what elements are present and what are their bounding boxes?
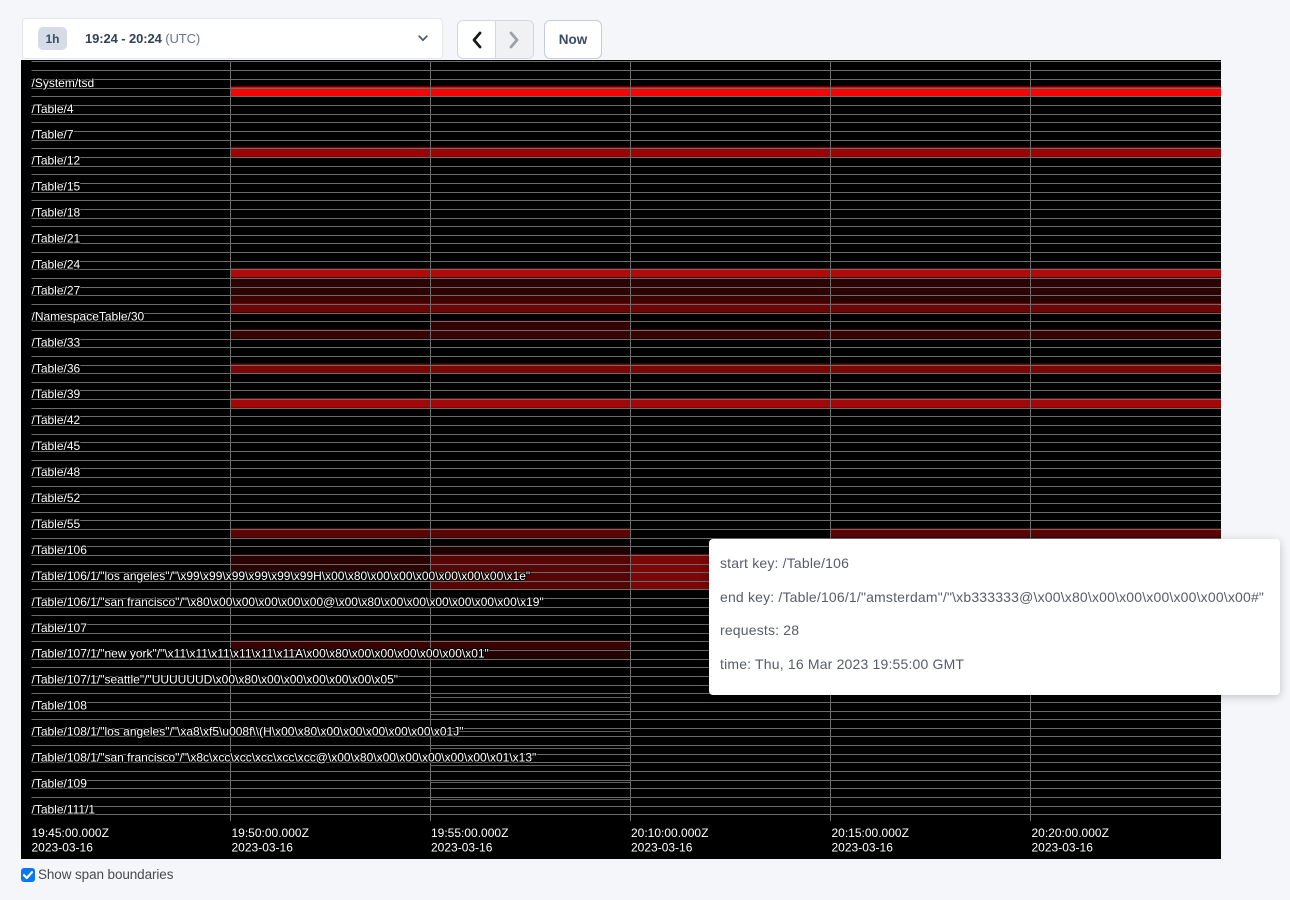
svg-text:/Table/48: /Table/48: [32, 465, 81, 479]
svg-text:/Table/52: /Table/52: [32, 491, 81, 505]
svg-text:2023-03-16: 2023-03-16: [1032, 841, 1094, 855]
svg-text:/Table/33: /Table/33: [32, 335, 81, 349]
svg-text:/Table/108/1/"los angeles"/"\x: /Table/108/1/"los angeles"/"\xa8\xf5\u00…: [32, 725, 464, 739]
svg-text:/Table/109: /Table/109: [32, 776, 88, 790]
svg-text:/Table/106/1/"san francisco"/": /Table/106/1/"san francisco"/"\x80\x00\x…: [32, 595, 544, 609]
svg-text:/Table/107/1/"seattle"/"UUUUUU: /Table/107/1/"seattle"/"UUUUUUD\x00\x80\…: [32, 673, 399, 687]
svg-text:20:20:00.000Z: 20:20:00.000Z: [1032, 826, 1109, 840]
svg-text:/Table/12: /Table/12: [32, 154, 81, 168]
svg-text:/Table/24: /Table/24: [32, 257, 81, 271]
svg-text:2023-03-16: 2023-03-16: [631, 841, 693, 855]
svg-text:19:50:00.000Z: 19:50:00.000Z: [232, 826, 309, 840]
svg-text:/NamespaceTable/30: /NamespaceTable/30: [32, 309, 145, 323]
svg-text:/Table/45: /Table/45: [32, 439, 81, 453]
svg-text:/Table/21: /Table/21: [32, 232, 81, 246]
svg-text:/Table/15: /Table/15: [32, 180, 81, 194]
svg-text:2023-03-16: 2023-03-16: [32, 841, 94, 855]
svg-text:/Table/108/1/"san francisco"/": /Table/108/1/"san francisco"/"\x8c\xcc\x…: [32, 751, 537, 765]
svg-text:/Table/55: /Table/55: [32, 517, 81, 531]
svg-text:2023-03-16: 2023-03-16: [232, 841, 294, 855]
svg-text:/Table/106: /Table/106: [32, 543, 88, 557]
svg-text:19:55:00.000Z: 19:55:00.000Z: [431, 826, 508, 840]
svg-text:20:15:00.000Z: 20:15:00.000Z: [832, 826, 909, 840]
svg-text:/Table/36: /Table/36: [32, 361, 81, 375]
svg-text:/Table/39: /Table/39: [32, 387, 81, 401]
svg-text:/Table/107/1/"new york"/"\x11\: /Table/107/1/"new york"/"\x11\x11\x11\x1…: [32, 647, 489, 661]
svg-text:20:10:00.000Z: 20:10:00.000Z: [631, 826, 708, 840]
svg-text:2023-03-16: 2023-03-16: [431, 841, 493, 855]
svg-text:/Table/18: /Table/18: [32, 206, 81, 220]
svg-text:/Table/106/1/"los angeles"/"\x: /Table/106/1/"los angeles"/"\x99\x99\x99…: [32, 569, 531, 583]
svg-text:/Table/27: /Table/27: [32, 283, 81, 297]
svg-text:/System/tsd: /System/tsd: [32, 76, 95, 90]
svg-text:/Table/7: /Table/7: [32, 128, 74, 142]
svg-text:/Table/4: /Table/4: [32, 102, 74, 116]
svg-text:/Table/111/1: /Table/111/1: [32, 802, 96, 816]
svg-text:/Table/107: /Table/107: [32, 621, 88, 635]
svg-text:/Table/108: /Table/108: [32, 699, 88, 713]
svg-text:19:45:00.000Z: 19:45:00.000Z: [32, 826, 109, 840]
svg-text:2023-03-16: 2023-03-16: [832, 841, 894, 855]
svg-text:/Table/42: /Table/42: [32, 413, 81, 427]
